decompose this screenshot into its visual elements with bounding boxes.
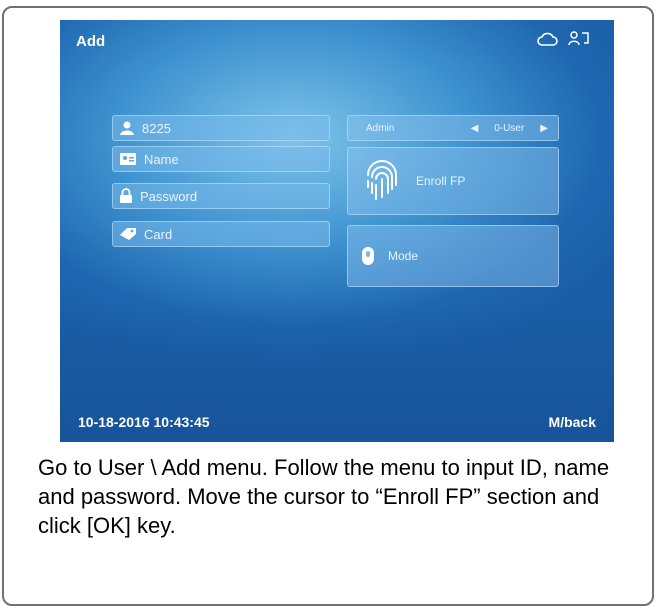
user-switch-icon: [568, 30, 590, 48]
name-placeholder: Name: [144, 151, 179, 167]
card-tag-icon: [120, 228, 136, 240]
role-admin-label: Admin: [366, 122, 395, 134]
password-field[interactable]: Password: [112, 183, 330, 209]
datetime-readout: 10-18-2016 10:43:45: [78, 414, 210, 430]
id-card-icon: [120, 153, 136, 165]
role-user-label: 0-User: [494, 122, 525, 134]
cloud-icon: [536, 31, 558, 47]
instruction-caption: Go to User \ Add menu. Follow the menu t…: [38, 455, 610, 538]
card-placeholder: Card: [144, 226, 173, 242]
status-icons: [536, 30, 590, 48]
user-icon: [120, 121, 134, 135]
device-screen: Add 8225 Name Password Card Admin ◀ 0-Us…: [60, 20, 614, 442]
lock-icon: [120, 188, 132, 203]
role-next-icon[interactable]: ▶: [540, 123, 548, 134]
role-prev-icon[interactable]: ◀: [471, 123, 479, 134]
user-id-field[interactable]: 8225: [112, 115, 330, 141]
mode-icon: [362, 247, 374, 265]
role-selector[interactable]: Admin ◀ 0-User ▶: [347, 115, 559, 141]
mode-label: Mode: [388, 249, 419, 263]
password-placeholder: Password: [140, 188, 198, 204]
card-field[interactable]: Card: [112, 221, 330, 247]
enroll-fp-label: Enroll FP: [416, 174, 466, 188]
name-field[interactable]: Name: [112, 146, 330, 172]
user-id-value: 8225: [142, 120, 171, 136]
screen-title: Add: [76, 33, 106, 50]
back-button[interactable]: M/back: [549, 414, 596, 430]
enroll-fp-button[interactable]: Enroll FP: [347, 147, 559, 215]
fingerprint-icon: [367, 160, 397, 200]
mode-button[interactable]: Mode: [347, 225, 559, 287]
